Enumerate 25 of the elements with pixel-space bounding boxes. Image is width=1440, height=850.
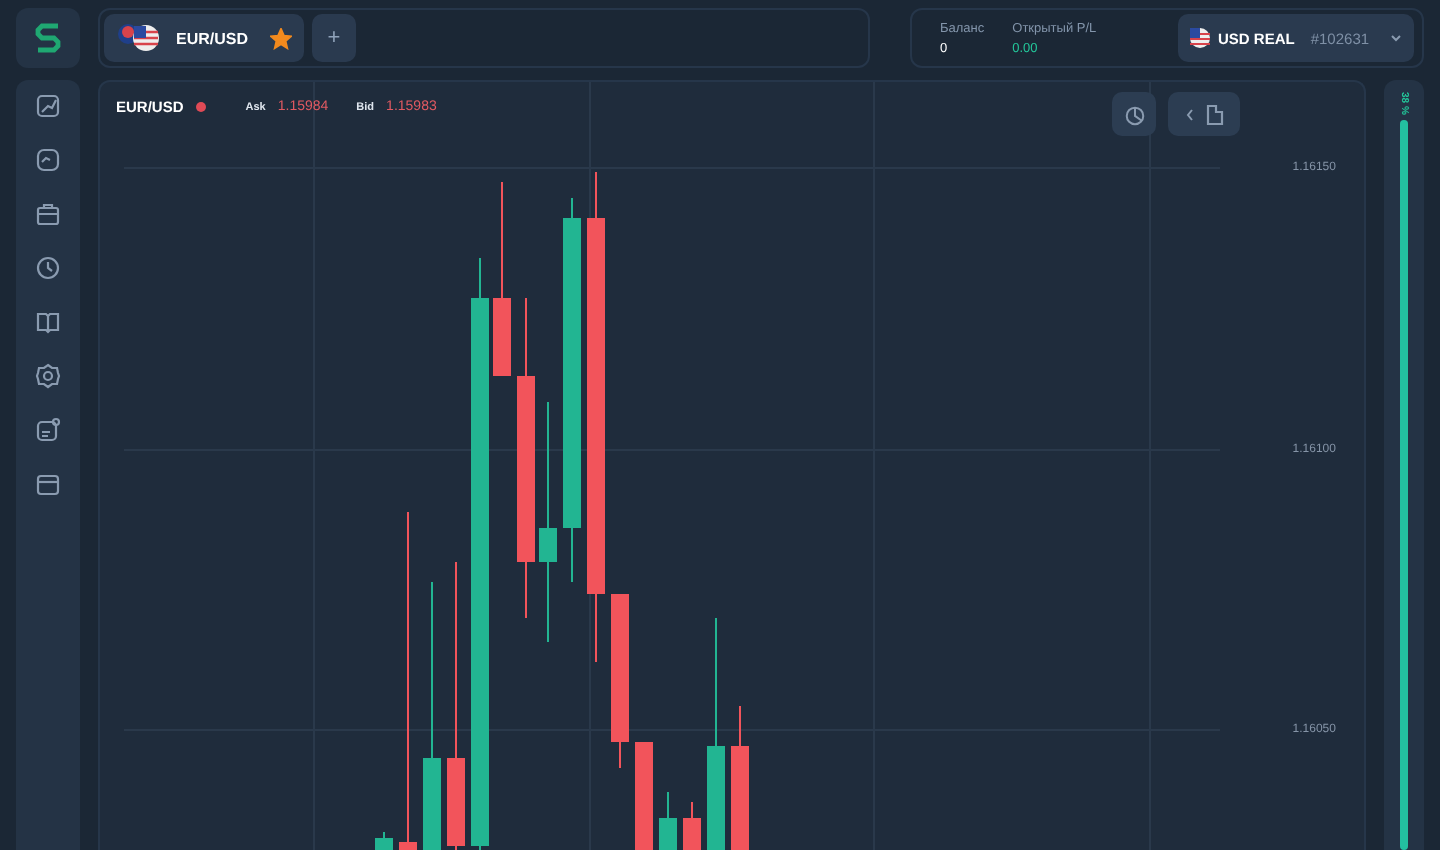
analytics-icon[interactable]: [34, 146, 62, 174]
candle: [635, 741, 653, 850]
chevron-down-icon: [1390, 34, 1402, 42]
currency-tab[interactable]: EUR/USD: [104, 14, 304, 62]
chevron-left-icon: [1185, 107, 1193, 121]
candle: [683, 801, 701, 850]
flags-icon: [116, 24, 164, 52]
book-icon[interactable]: [34, 308, 62, 336]
document-icon[interactable]: [34, 416, 62, 444]
calendar-icon[interactable]: [34, 470, 62, 498]
briefcase-icon[interactable]: [34, 200, 62, 228]
candle: [659, 791, 677, 850]
chart-icon[interactable]: [34, 92, 62, 120]
settings-icon[interactable]: [34, 362, 62, 390]
logo-icon: [16, 8, 80, 68]
clock-icon[interactable]: [34, 254, 62, 282]
candle: [375, 831, 393, 850]
pie-chart-icon: [1123, 103, 1145, 125]
star-icon[interactable]: [270, 27, 292, 49]
document-icon: [1205, 103, 1223, 125]
flag-icon: [1190, 28, 1210, 48]
indicator-button[interactable]: [1112, 92, 1156, 136]
add-tab-button[interactable]: +: [312, 14, 356, 62]
pair-label: EUR/USD: [176, 29, 251, 47]
panel-toggle-button[interactable]: [1168, 92, 1240, 136]
